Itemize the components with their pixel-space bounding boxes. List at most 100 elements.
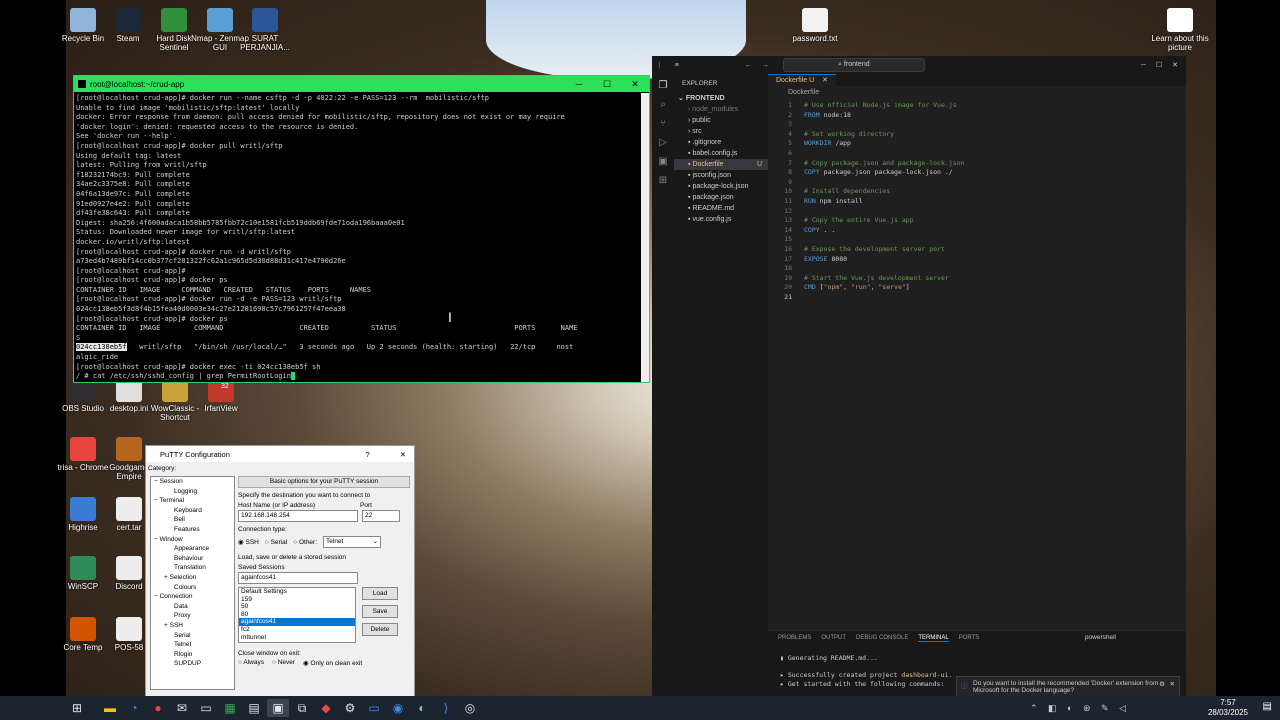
tree-item-ssh[interactable]: + SSH xyxy=(151,621,234,631)
terminal-scrollbar[interactable] xyxy=(641,93,649,382)
radio-always[interactable]: ○ Always xyxy=(238,659,264,667)
tree-item-telnet[interactable]: Telnet xyxy=(151,640,234,650)
terminal-output[interactable]: [root@localhost crud-app]# docker run --… xyxy=(76,94,639,382)
network-icon[interactable]: ⧉ xyxy=(291,699,313,717)
tree-item-proxy[interactable]: Proxy xyxy=(151,611,234,621)
firefox-icon[interactable]: ● xyxy=(147,699,169,717)
session-item[interactable]: mttunnel xyxy=(239,634,355,642)
tree-item-rlogin[interactable]: Rlogin xyxy=(151,650,234,660)
tab-dockerfile[interactable]: Dockerfile U ✕ xyxy=(768,73,836,87)
mail-icon[interactable]: ✉ xyxy=(171,699,193,717)
file-explorer-icon[interactable]: ▬ xyxy=(99,699,121,717)
session-item[interactable]: againfcos41 xyxy=(239,618,355,626)
tree-item-data[interactable]: Data xyxy=(151,602,234,612)
breadcrumb[interactable]: Dockerfile xyxy=(768,86,1186,96)
tree-item-behaviour[interactable]: Behaviour xyxy=(151,554,234,564)
session-list[interactable]: Default Settings 159 50 80 againfcos41 fc2 mtt… xyxy=(238,587,356,643)
session-item[interactable]: fc2 xyxy=(239,626,355,634)
notification-icon[interactable]: ▤ xyxy=(1263,701,1272,712)
panel-tab-output[interactable]: OUTPUT xyxy=(821,635,846,642)
file-item[interactable]: ▪ babel.config.js xyxy=(674,148,768,159)
radio-clean-exit[interactable]: ◉ Only on clean exit xyxy=(303,659,362,667)
editor[interactable]: Dockerfile U ✕ Dockerfile 1 # Use officia… xyxy=(768,73,1186,630)
notepad-icon[interactable]: ▦ xyxy=(219,699,241,717)
close-icon[interactable]: ✕ xyxy=(1172,61,1178,69)
minimize-icon[interactable]: ─ xyxy=(565,79,593,90)
file-item[interactable]: ▪ jsconfig.json xyxy=(674,170,768,181)
putty-titlebar[interactable]: PuTTY Configuration ? ✕ xyxy=(146,446,414,462)
file-item[interactable]: ▪ vue.config.js xyxy=(674,214,768,225)
file-item[interactable]: ▪ package.json xyxy=(674,192,768,203)
project-root[interactable]: ⌄ FRONTEND xyxy=(674,93,768,104)
code-content[interactable]: 1 # Use official Node.js image for Vue.js… xyxy=(774,101,964,302)
radio-ssh[interactable]: ◉ SSH xyxy=(238,538,259,546)
app-red-icon[interactable]: ◆ xyxy=(315,699,337,717)
system-tray-icons[interactable]: ⌃ ◧ ◐ ⊛ ✎ ◁ xyxy=(1030,703,1130,714)
radio-serial[interactable]: ○ Serial xyxy=(265,539,287,546)
tree-item-logging[interactable]: Logging xyxy=(151,487,234,497)
session-item[interactable]: 50 xyxy=(239,603,355,611)
other-protocol-select[interactable]: Telnet ⌄ xyxy=(323,536,382,548)
close-icon[interactable]: ✕ xyxy=(400,450,406,459)
clock[interactable]: 7:57 28/03/2025 xyxy=(1208,698,1248,718)
winscp-icon[interactable]: ◐ xyxy=(411,699,433,717)
run-debug-icon[interactable]: ▷ xyxy=(652,137,674,148)
tree-item-keyboard[interactable]: Keyboard xyxy=(151,506,234,516)
menu-icon[interactable]: ≡ xyxy=(675,62,679,69)
tree-item-serial[interactable]: Serial xyxy=(151,631,234,641)
source-control-icon[interactable]: ⑂ xyxy=(652,118,674,129)
delete-button[interactable]: Delete xyxy=(362,623,398,636)
putty-config-dialog[interactable]: PuTTY Configuration ? ✕ Category: − Sess… xyxy=(145,445,415,698)
terminal-window[interactable]: root@localhost:~/crud-app ─ ☐ ✕ [root@lo… xyxy=(73,75,650,383)
forward-icon[interactable]: → xyxy=(762,62,769,69)
close-icon[interactable]: ✕ xyxy=(621,79,649,90)
file-item[interactable]: ▪ Dockerfile U xyxy=(674,159,768,170)
host-input[interactable]: 192.168.148.254 xyxy=(238,510,358,522)
tree-item-terminal[interactable]: − Terminal xyxy=(151,496,234,506)
file-item[interactable]: › public xyxy=(674,115,768,126)
maximize-icon[interactable]: ☐ xyxy=(593,79,621,90)
terminal-icon[interactable]: ▤ xyxy=(243,699,265,717)
help-icon[interactable]: ? xyxy=(366,450,370,459)
panel-tab-ports[interactable]: PORTS xyxy=(959,635,980,642)
search-icon[interactable]: ⌕ xyxy=(652,99,674,110)
file-item[interactable]: ▪ README.md xyxy=(674,203,768,214)
remote-explorer-icon[interactable]: ▣ xyxy=(652,156,674,167)
file-item[interactable]: ▪ package-lock.json xyxy=(674,181,768,192)
start-button-icon[interactable]: ⊞ xyxy=(66,699,88,717)
panel-tab-terminal[interactable]: TERMINAL xyxy=(918,635,949,642)
desktop-icon[interactable]: Learn about this picture xyxy=(1150,8,1210,52)
minimize-icon[interactable]: ─ xyxy=(1141,62,1146,69)
panel-tab-debug-console[interactable]: DEBUG CONSOLE xyxy=(856,635,908,642)
load-button[interactable]: Load xyxy=(362,587,398,600)
tree-item-session[interactable]: − Session xyxy=(151,477,234,487)
save-button[interactable]: Save xyxy=(362,605,398,618)
github-icon[interactable]: ◎ xyxy=(459,699,481,717)
chrome-icon[interactable]: ◉ xyxy=(387,699,409,717)
vscode-titlebar[interactable]: ⟩ ≡ ← → ⌕ frontend ─ ☐ ✕ xyxy=(652,56,1186,74)
tree-item-features[interactable]: Features xyxy=(151,525,234,535)
edge-icon[interactable]: ◔ xyxy=(123,699,145,717)
terminal-titlebar[interactable]: root@localhost:~/crud-app ─ ☐ ✕ xyxy=(74,76,649,92)
desktop-icon[interactable]: password.txt xyxy=(785,8,845,43)
tree-item-colours[interactable]: Colours xyxy=(151,583,234,593)
tree-item-connection[interactable]: − Connection xyxy=(151,592,234,602)
maximize-icon[interactable]: ☐ xyxy=(1156,61,1162,69)
tree-item-appearance[interactable]: Appearance xyxy=(151,544,234,554)
file-item[interactable]: › src xyxy=(674,126,768,137)
desktop-icon[interactable]: SURAT PERJANJIA... xyxy=(235,8,295,52)
port-input[interactable]: 22 xyxy=(362,510,400,522)
explorer-icon[interactable]: ❐ xyxy=(652,80,674,91)
tree-item-translation[interactable]: Translation xyxy=(151,563,234,573)
tree-item-window[interactable]: − Window xyxy=(151,535,234,545)
file-item[interactable]: › node_modules xyxy=(674,104,768,115)
session-item[interactable]: 159 xyxy=(239,596,355,604)
vscode-icon[interactable]: ⟩ xyxy=(435,699,457,717)
extensions-icon[interactable]: ⊞ xyxy=(652,175,674,186)
vscode-window[interactable]: ⟩ ≡ ← → ⌕ frontend ─ ☐ ✕ ❐ ⌕ ⑂ ▷ ▣ ⊞ EXP… xyxy=(652,56,1186,700)
tree-item-supdup[interactable]: SUPDUP xyxy=(151,659,234,669)
radio-other[interactable]: ○ Other: xyxy=(293,539,317,546)
back-icon[interactable]: ← xyxy=(745,62,752,69)
mail-blue-icon[interactable]: ▭ xyxy=(363,699,385,717)
app-icon[interactable]: ▭ xyxy=(195,699,217,717)
